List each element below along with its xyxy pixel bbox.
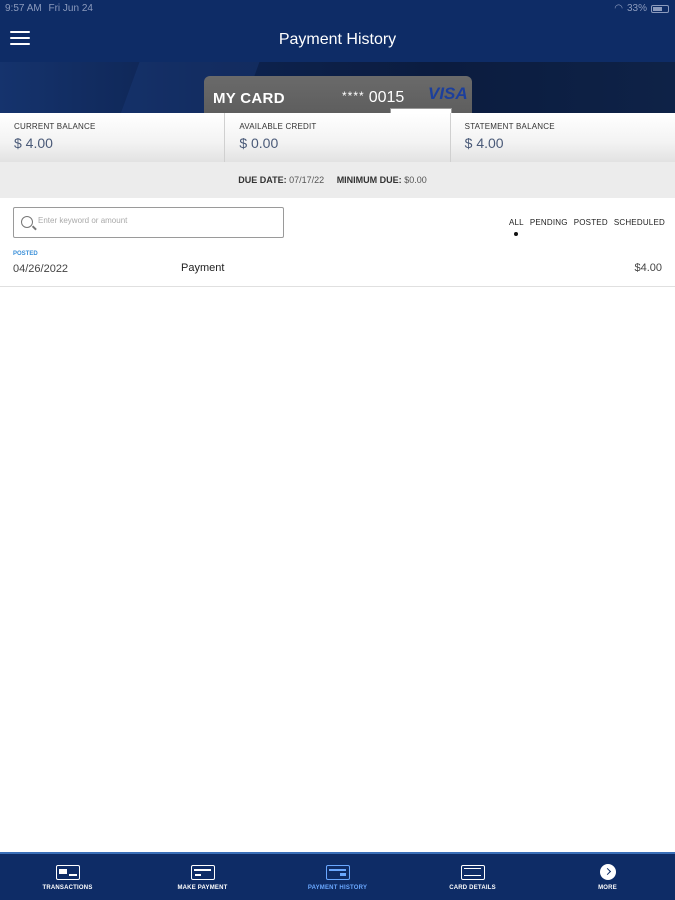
balance-label: CURRENT BALANCE <box>14 122 96 131</box>
status-time: 9:57 AM Fri Jun 24 <box>5 3 93 14</box>
due-date-value: 07/17/22 <box>289 175 325 185</box>
balance-summary: CURRENT BALANCE $ 4.00 AVAILABLE CREDIT … <box>0 113 675 162</box>
filter-scheduled[interactable]: SCHEDULED <box>614 218 665 227</box>
status-bar: 9:57 AM Fri Jun 24 ◠ 33% <box>0 0 675 18</box>
page-title: Payment History <box>278 31 397 48</box>
transaction-status: POSTED <box>13 251 38 257</box>
card-name: MY CARD <box>213 90 285 107</box>
card-icon <box>55 865 80 880</box>
top-nav-bar: 9:57 AM Fri Jun 24 ◠ 33% Payment History <box>0 0 675 62</box>
visa-logo: VISA <box>428 84 468 103</box>
search-input[interactable] <box>38 216 278 225</box>
available-credit: AVAILABLE CREDIT $ 0.00 <box>225 113 451 162</box>
tab-payment-history[interactable]: PAYMENT HISTORY <box>270 854 405 900</box>
tab-make-payment[interactable]: MAKE PAYMENT <box>135 854 270 900</box>
card-number-mask: **** <box>342 89 365 103</box>
transaction-row[interactable]: POSTED 04/26/2022 Payment $4.00 <box>0 246 675 287</box>
balance-value: $ 0.00 <box>239 135 279 151</box>
balance-label: AVAILABLE CREDIT <box>239 122 317 131</box>
card-banner: MY CARD **** 0015 VISA <box>0 62 675 114</box>
tab-label: MORE <box>598 885 617 891</box>
due-info-bar: DUE DATE: 07/17/22 MINIMUM DUE: $0.00 <box>0 162 675 198</box>
more-icon <box>599 864 616 880</box>
status-date-text: Fri Jun 24 <box>48 3 93 14</box>
card-details-icon <box>460 865 485 880</box>
minimum-due-value: $0.00 <box>404 175 427 185</box>
transaction-date: 04/26/2022 <box>13 263 69 275</box>
balance-value: $ 4.00 <box>464 135 504 151</box>
statement-balance: STATEMENT BALANCE $ 4.00 <box>451 113 675 162</box>
battery-percent: 33% <box>626 3 647 14</box>
transaction-amount: $4.00 <box>634 262 662 274</box>
filter-all[interactable]: ALL <box>509 218 524 236</box>
tab-label: MAKE PAYMENT <box>177 885 228 891</box>
payment-icon <box>190 865 215 880</box>
tab-label: CARD DETAILS <box>449 885 496 891</box>
wifi-icon: ◠ <box>614 3 623 14</box>
tab-more[interactable]: MORE <box>540 854 675 900</box>
credit-card[interactable]: MY CARD **** 0015 VISA <box>204 76 472 114</box>
filter-pending[interactable]: PENDING <box>530 218 568 227</box>
transaction-description: Payment <box>181 262 225 274</box>
balance-value: $ 4.00 <box>14 135 53 151</box>
payment-history-icon <box>325 865 350 880</box>
status-time-text: 9:57 AM <box>5 3 42 14</box>
filter-posted[interactable]: POSTED <box>574 218 608 227</box>
current-balance: CURRENT BALANCE $ 4.00 <box>0 113 226 162</box>
search-box[interactable] <box>13 207 284 238</box>
bottom-tab-bar: TRANSACTIONS MAKE PAYMENT PAYMENT HISTOR… <box>0 852 675 900</box>
card-number: **** 0015 <box>342 89 404 107</box>
balance-label: STATEMENT BALANCE <box>464 122 555 131</box>
due-date-label: DUE DATE: <box>238 175 287 185</box>
filter-tabs: ALL PENDING POSTED SCHEDULED <box>509 218 665 236</box>
tab-card-details[interactable]: CARD DETAILS <box>405 854 540 900</box>
tab-transactions[interactable]: TRANSACTIONS <box>0 854 135 900</box>
tab-label: PAYMENT HISTORY <box>307 885 368 891</box>
minimum-due-label: MINIMUM DUE: <box>336 175 402 185</box>
status-indicators: ◠ 33% <box>614 3 669 14</box>
battery-icon <box>651 4 669 13</box>
card-last4: 0015 <box>368 89 405 106</box>
tab-label: TRANSACTIONS <box>42 885 93 891</box>
search-icon <box>21 216 33 228</box>
